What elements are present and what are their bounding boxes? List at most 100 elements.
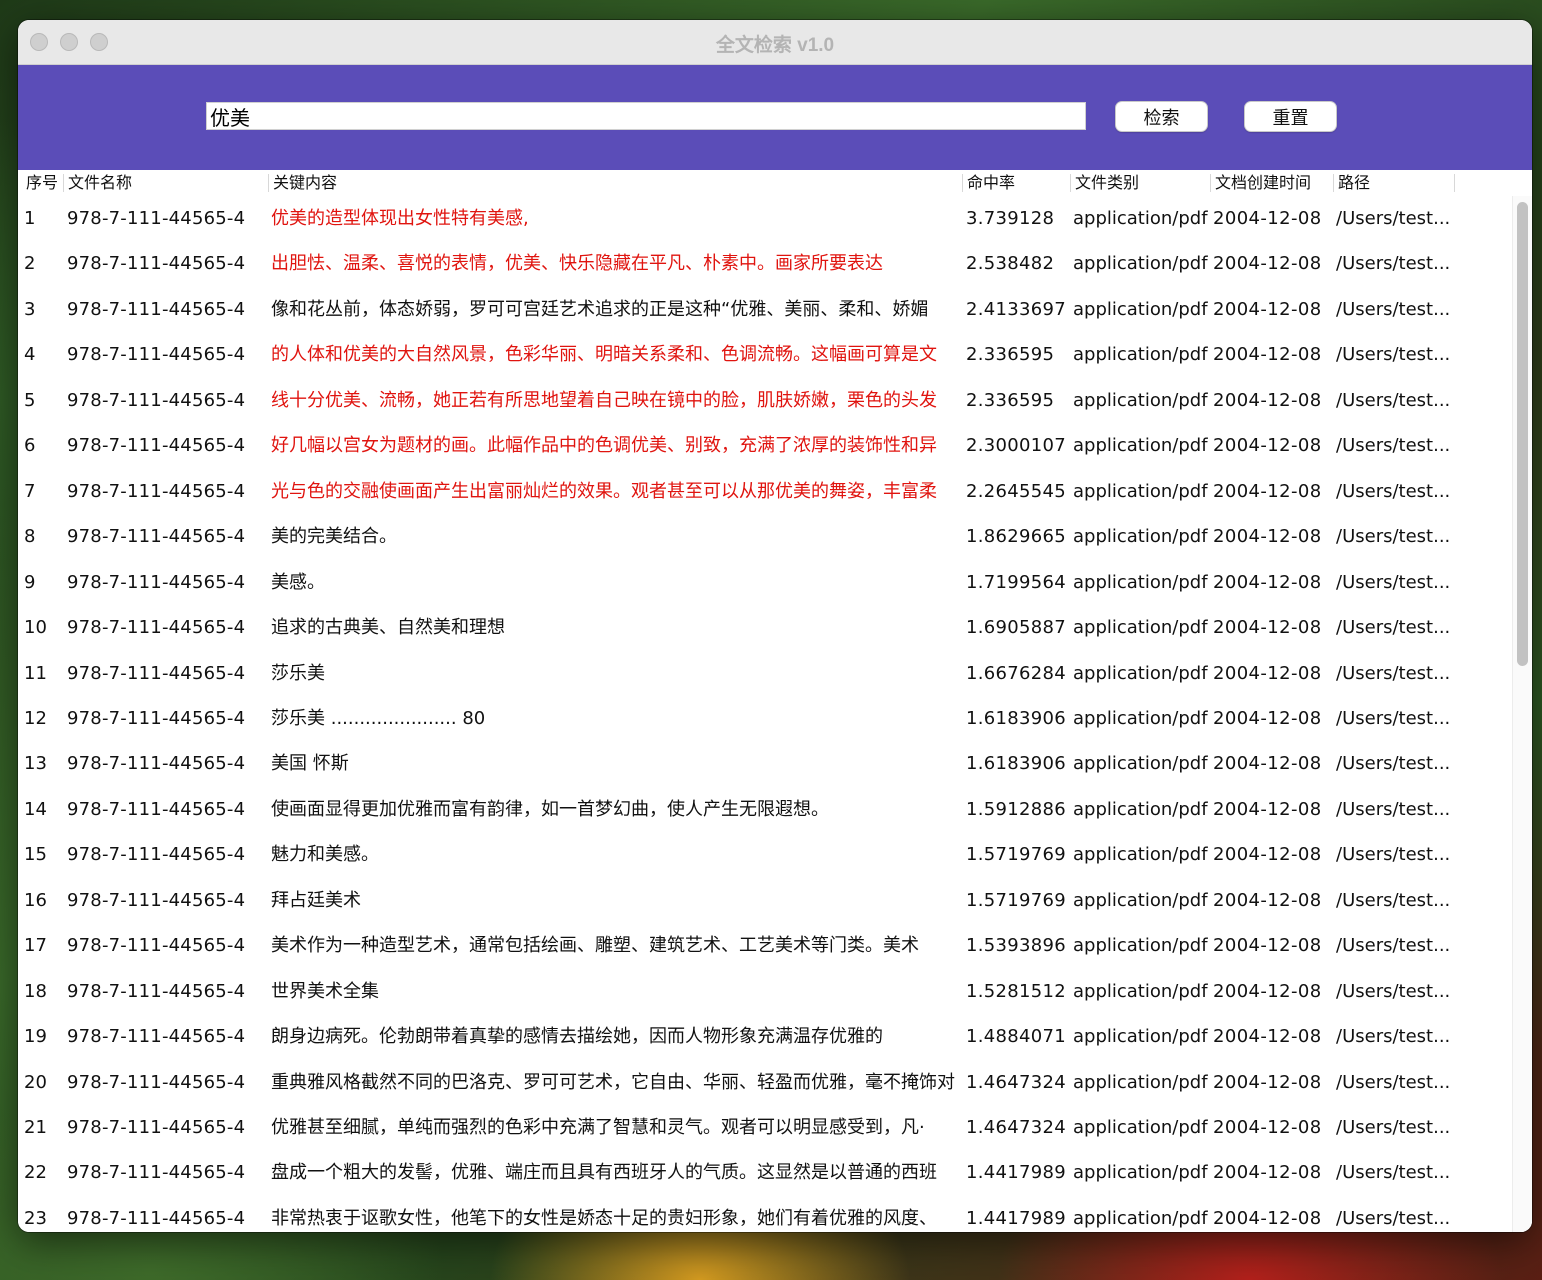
cell-index: 11 bbox=[24, 662, 47, 684]
title-bar[interactable]: 全文检索 v1.0 bbox=[18, 20, 1532, 65]
cell-path: /Users/test... bbox=[1336, 208, 1451, 229]
reset-button[interactable]: 重置 bbox=[1244, 101, 1337, 132]
table-row[interactable]: 10 978-7-111-44565-4 追求的古典美、自然美和理想 1.690588… bbox=[18, 605, 1512, 650]
cell-created-time: 2004-12-08 bbox=[1213, 1162, 1322, 1184]
table-row[interactable]: 17 978-7-111-44565-4 美术作为一种造型艺术，通常包括绘画、雕塑、… bbox=[18, 923, 1512, 968]
cell-hit-rate: 1.4647324 bbox=[966, 1071, 1067, 1093]
cell-created-time: 2004-12-08 bbox=[1213, 617, 1322, 639]
cell-file-type: application/pdf bbox=[1073, 208, 1208, 229]
column-header-index[interactable]: 序号 bbox=[22, 174, 64, 192]
cell-filename: 978-7-111-44565-4 bbox=[67, 1071, 246, 1093]
search-button[interactable]: 检索 bbox=[1115, 101, 1208, 132]
table-row[interactable]: 18 978-7-111-44565-4 世界美术全集 1.5281512 applic… bbox=[18, 969, 1512, 1014]
cell-created-time: 2004-12-08 bbox=[1213, 889, 1322, 911]
table-row[interactable]: 14 978-7-111-44565-4 使画面显得更加优雅而富有韵律，如一首梦幻曲… bbox=[18, 787, 1512, 832]
cell-path: /Users/test... bbox=[1336, 889, 1451, 911]
cell-index: 13 bbox=[24, 753, 47, 775]
column-header-filename[interactable]: 文件名称 bbox=[64, 174, 269, 192]
column-header-created-time[interactable]: 文档创建时间 bbox=[1211, 174, 1334, 192]
cell-created-time: 2004-12-08 bbox=[1213, 1026, 1322, 1048]
cell-file-type: application/pdf bbox=[1073, 935, 1208, 957]
cell-filename: 978-7-111-44565-4 bbox=[67, 480, 246, 502]
table-row[interactable]: 8 978-7-111-44565-4 美的完美结合。 1.8629665 applic… bbox=[18, 514, 1512, 559]
table-row[interactable]: 3 978-7-111-44565-4 像和花丛前，体态娇弱，罗可可宫廷艺术追求的正… bbox=[18, 287, 1512, 332]
cell-file-type: application/pdf bbox=[1073, 298, 1208, 320]
cell-created-time: 2004-12-08 bbox=[1213, 1117, 1322, 1138]
table-row[interactable]: 1 978-7-111-44565-4 优美的造型体现出女性特有美感, 3.73912… bbox=[18, 196, 1512, 241]
cell-file-type: application/pdf bbox=[1073, 435, 1208, 457]
cell-hit-rate: 1.4417989 bbox=[966, 1207, 1067, 1229]
cell-index: 1 bbox=[24, 208, 36, 229]
cell-filename: 978-7-111-44565-4 bbox=[67, 980, 246, 1002]
cell-key-content: 美的完美结合。 bbox=[271, 526, 397, 548]
cell-key-content: 美术作为一种造型艺术，通常包括绘画、雕塑、建筑艺术、工艺美术等门类。美术 bbox=[271, 935, 919, 957]
cell-file-type: application/pdf bbox=[1073, 844, 1208, 866]
cell-filename: 978-7-111-44565-4 bbox=[67, 253, 246, 275]
vertical-scrollbar[interactable] bbox=[1512, 196, 1532, 1232]
table-row[interactable]: 2 978-7-111-44565-4 出胆怯、温柔、喜悦的表情，优美、快乐隐藏在平… bbox=[18, 241, 1512, 286]
column-header-file-type[interactable]: 文件类别 bbox=[1071, 174, 1211, 192]
cell-file-type: application/pdf bbox=[1073, 753, 1208, 775]
table-row[interactable]: 21 978-7-111-44565-4 优雅甚至细腻，单纯而强烈的色彩中充满了智慧… bbox=[18, 1105, 1512, 1150]
cell-path: /Users/test... bbox=[1336, 435, 1451, 457]
table-row[interactable]: 16 978-7-111-44565-4 拜占廷美术 1.5719769 applica… bbox=[18, 878, 1512, 923]
cell-key-content: 魅力和美感。 bbox=[271, 844, 379, 866]
table-row[interactable]: 7 978-7-111-44565-4 光与色的交融使画面产生出富丽灿烂的效果。观者… bbox=[18, 469, 1512, 514]
column-header-path[interactable]: 路径 bbox=[1334, 174, 1455, 192]
table-row[interactable]: 15 978-7-111-44565-4 魅力和美感。 1.5719769 applic… bbox=[18, 832, 1512, 877]
window-title: 全文检索 v1.0 bbox=[715, 35, 835, 56]
table-row[interactable]: 19 978-7-111-44565-4 朗身边病死。伦勃朗带着真挚的感情去描绘她，… bbox=[18, 1014, 1512, 1059]
cell-filename: 978-7-111-44565-4 bbox=[67, 889, 246, 911]
cell-created-time: 2004-12-08 bbox=[1213, 526, 1322, 548]
cell-hit-rate: 1.5281512 bbox=[966, 980, 1067, 1002]
cell-index: 7 bbox=[24, 480, 36, 502]
table-row[interactable]: 6 978-7-111-44565-4 好几幅以宫女为题材的画。此幅作品中的色调优美… bbox=[18, 423, 1512, 468]
scrollbar-thumb[interactable] bbox=[1517, 202, 1528, 666]
cell-index: 9 bbox=[24, 571, 36, 593]
cell-file-type: application/pdf bbox=[1073, 526, 1208, 548]
cell-key-content: 美感。 bbox=[271, 571, 325, 593]
column-header-key-content[interactable]: 关键内容 bbox=[269, 174, 963, 192]
cell-index: 15 bbox=[24, 844, 47, 866]
cell-key-content: 像和花丛前，体态娇弱，罗可可宫廷艺术追求的正是这种“优雅、美丽、柔和、娇媚 bbox=[271, 298, 929, 320]
cell-file-type: application/pdf bbox=[1073, 889, 1208, 911]
cell-hit-rate: 1.4647324 bbox=[966, 1117, 1067, 1138]
table-row[interactable]: 20 978-7-111-44565-4 重典雅风格截然不同的巴洛克、罗可可艺术，它… bbox=[18, 1060, 1512, 1105]
table-row[interactable]: 23 978-7-111-44565-4 非常热衷于讴歌女性，他笔下的女性是娇态十足… bbox=[18, 1196, 1512, 1232]
cell-index: 4 bbox=[24, 344, 36, 366]
cell-path: /Users/test... bbox=[1336, 753, 1451, 775]
cell-filename: 978-7-111-44565-4 bbox=[67, 208, 246, 229]
cell-path: /Users/test... bbox=[1336, 344, 1451, 366]
cell-index: 6 bbox=[24, 435, 36, 457]
cell-path: /Users/test... bbox=[1336, 1207, 1451, 1229]
table-row[interactable]: 12 978-7-111-44565-4 莎乐美 .................… bbox=[18, 696, 1512, 741]
cell-hit-rate: 2.2645545 bbox=[966, 480, 1067, 502]
search-bar: 检索 重置 bbox=[18, 65, 1532, 170]
cell-created-time: 2004-12-08 bbox=[1213, 1207, 1322, 1229]
cell-key-content: 拜占廷美术 bbox=[271, 889, 361, 911]
table-row[interactable]: 22 978-7-111-44565-4 盘成一个粗大的发髻，优雅、端庄而且具有西班… bbox=[18, 1150, 1512, 1195]
cell-index: 21 bbox=[24, 1117, 47, 1138]
cell-filename: 978-7-111-44565-4 bbox=[67, 1117, 246, 1138]
cell-hit-rate: 2.4133697 bbox=[966, 298, 1067, 320]
search-input[interactable] bbox=[206, 102, 1086, 130]
cell-hit-rate: 1.5719769 bbox=[966, 844, 1067, 866]
cell-hit-rate: 2.336595 bbox=[966, 344, 1055, 366]
table-row[interactable]: 11 978-7-111-44565-4 莎乐美 1.6676284 applicati… bbox=[18, 651, 1512, 696]
cell-hit-rate: 2.3000107 bbox=[966, 435, 1067, 457]
results-table: 序号 文件名称 关键内容 命中率 文件类别 文档创建时间 路径 1 978-7-1… bbox=[18, 170, 1532, 1232]
table-row[interactable]: 9 978-7-111-44565-4 美感。 1.7199564 applicatio… bbox=[18, 560, 1512, 605]
column-header-hit-rate[interactable]: 命中率 bbox=[963, 174, 1071, 192]
cell-index: 22 bbox=[24, 1162, 47, 1184]
cell-index: 23 bbox=[24, 1207, 47, 1229]
cell-path: /Users/test... bbox=[1336, 707, 1451, 729]
table-row[interactable]: 5 978-7-111-44565-4 线十分优美、流畅，她正若有所思地望着自己映在… bbox=[18, 378, 1512, 423]
cell-created-time: 2004-12-08 bbox=[1213, 980, 1322, 1002]
cell-created-time: 2004-12-08 bbox=[1213, 798, 1322, 820]
cell-path: /Users/test... bbox=[1336, 1162, 1451, 1184]
table-row[interactable]: 13 978-7-111-44565-4 美国 怀斯 1.6183906 applica… bbox=[18, 741, 1512, 786]
cell-filename: 978-7-111-44565-4 bbox=[67, 1026, 246, 1048]
cell-hit-rate: 1.4884071 bbox=[966, 1026, 1067, 1048]
table-row[interactable]: 4 978-7-111-44565-4 的人体和优美的大自然风景，色彩华丽、明暗关系… bbox=[18, 332, 1512, 377]
cell-index: 3 bbox=[24, 298, 36, 320]
